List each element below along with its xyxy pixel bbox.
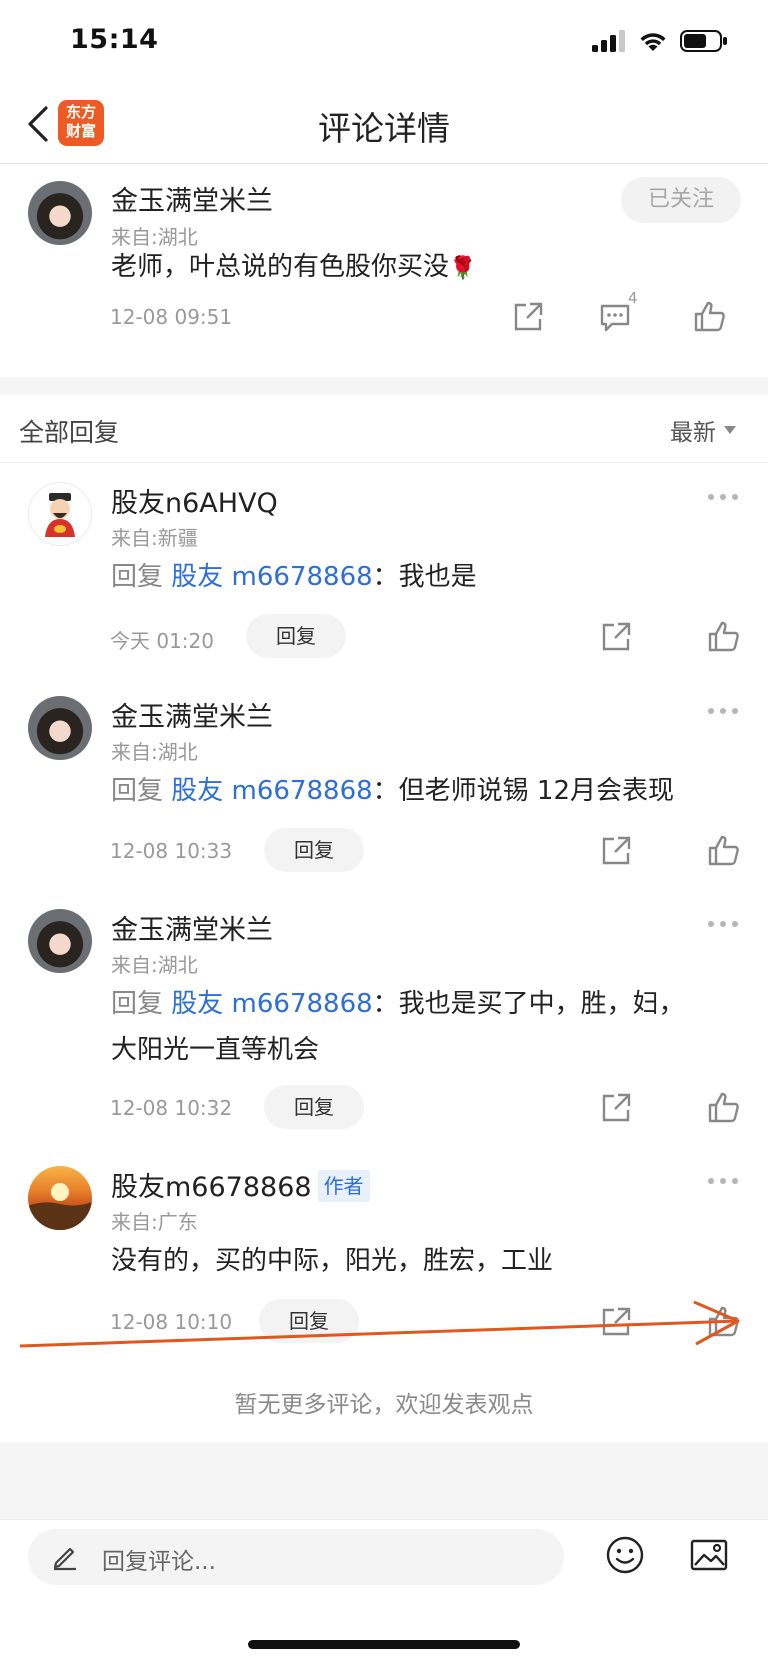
like-icon[interactable] [706, 619, 742, 655]
reply-text: 没有的，买的中际，阳光，胜宏，工业 [111, 1246, 554, 1276]
like-icon[interactable] [706, 833, 742, 869]
reply-prefix: 回复 [111, 776, 172, 806]
reply-text: 回复 股友 m6678868：我也是 [111, 554, 477, 600]
rose-emoji: 🌹 [449, 256, 477, 281]
reply-text-body: ：我也是买了中，胜，妇， [372, 989, 685, 1019]
more-icon[interactable] [706, 1176, 740, 1186]
avatar[interactable] [28, 181, 92, 245]
mention-link[interactable]: 股友 m6678868 [171, 989, 372, 1019]
like-icon[interactable] [692, 299, 728, 335]
more-icon[interactable] [706, 919, 740, 929]
fortune-god-avatar-icon [45, 493, 75, 537]
status-icons [592, 28, 728, 54]
battery-icon [680, 30, 727, 52]
reply-text-line2: 大阳光一直等机会 [111, 1035, 320, 1065]
emoji-icon[interactable] [604, 1534, 646, 1576]
sort-label: 最新 [670, 420, 716, 446]
page-title: 评论详情 [318, 109, 450, 148]
share-icon[interactable] [598, 1090, 634, 1126]
author-name[interactable]: 金玉满堂米兰 [111, 695, 273, 734]
share-icon[interactable] [598, 1304, 634, 1340]
avatar[interactable] [28, 696, 92, 760]
share-icon[interactable] [598, 833, 634, 869]
status-bar: 15:14 [0, 0, 768, 84]
author-name[interactable]: 金玉满堂米兰 [111, 908, 273, 947]
comment-input-bar: 回复评论... [0, 1519, 768, 1664]
no-more-comments: 暂无更多评论，欢迎发表观点 [234, 1392, 534, 1418]
reply-time: 12-08 10:32 [110, 1096, 233, 1120]
reply-text: 回复 股友 m6678868：我也是买了中，胜，妇， [111, 981, 685, 1027]
avatar[interactable] [28, 482, 92, 546]
more-icon[interactable] [706, 492, 740, 502]
reply-text-body: ：但老师说锡 12月会表现 [372, 776, 675, 806]
comment-text-body: 老师，叶总说的有色股你买没 [111, 252, 450, 282]
author-name-text: 股友m6678868 [111, 1172, 312, 1203]
author-location: 来自:湖北 [111, 953, 198, 977]
reply-prefix: 回复 [111, 562, 172, 592]
nav-bar: 东方 财富 评论详情 [0, 84, 768, 164]
signal-icon [592, 30, 625, 52]
mention-link[interactable]: 股友 m6678868 [171, 562, 372, 592]
reply-item: 股友m6678868 作者 来自:广东 没有的，买的中际，阳光，胜宏，工业 12-… [0, 1148, 768, 1373]
author-name[interactable]: 股友m6678868 作者 [111, 1165, 370, 1204]
reply-item: 金玉满堂米兰 来自:湖北 回复 股友 m6678868：我也是买了中，胜，妇， … [0, 891, 768, 1141]
replies-title: 全部回复 [19, 418, 120, 447]
sort-dropdown[interactable]: 最新 [670, 413, 736, 447]
reply-button[interactable]: 回复 [264, 828, 364, 872]
reply-item: 股友n6AHVQ 来自:新疆 回复 股友 m6678868：我也是 今天 01:… [0, 464, 768, 671]
reply-button[interactable]: 回复 [246, 614, 346, 658]
reply-time: 12-08 10:33 [110, 839, 233, 863]
reply-comment-input[interactable]: 回复评论... [28, 1529, 564, 1585]
status-time: 15:14 [70, 24, 159, 55]
follow-button[interactable]: 已关注 [621, 177, 741, 223]
avatar[interactable] [28, 909, 92, 973]
share-icon[interactable] [598, 619, 634, 655]
comment-time: 12-08 09:51 [110, 305, 233, 329]
section-divider [0, 377, 768, 395]
reply-text-body: ：我也是 [372, 562, 477, 592]
mention-link[interactable]: 股友 m6678868 [171, 776, 372, 806]
main-comment: 金玉满堂米兰 来自:湖北 已关注 老师，叶总说的有色股你买没🌹 12-08 09… [0, 165, 768, 377]
like-icon[interactable] [706, 1090, 742, 1126]
image-icon[interactable] [688, 1534, 730, 1576]
author-location: 来自:新疆 [111, 526, 198, 550]
reply-button[interactable]: 回复 [259, 1299, 359, 1343]
wifi-icon [640, 33, 666, 51]
replies-header: 全部回复 最新 [0, 395, 768, 463]
sort-arrow-icon [724, 426, 736, 434]
reply-prefix: 回复 [111, 989, 172, 1019]
reply-text: 回复 股友 m6678868：但老师说锡 12月会表现 [111, 768, 674, 814]
author-tag: 作者 [317, 1170, 370, 1202]
avatar[interactable] [28, 1166, 92, 1230]
author-location: 来自:广东 [111, 1210, 198, 1234]
author-location: 来自:湖北 [111, 740, 198, 764]
reply-time: 今天 01:20 [110, 629, 214, 653]
reply-input-placeholder: 回复评论... [102, 1549, 216, 1575]
reply-button[interactable]: 回复 [264, 1085, 364, 1129]
comment-text: 老师，叶总说的有色股你买没🌹 [111, 244, 476, 292]
reply-item: 金玉满堂米兰 来自:湖北 回复 股友 m6678868：但老师说锡 12月会表现… [0, 678, 768, 885]
like-icon[interactable] [706, 1304, 742, 1340]
author-name[interactable]: 金玉满堂米兰 [111, 179, 273, 218]
share-icon[interactable] [510, 299, 546, 335]
more-icon[interactable] [706, 706, 740, 716]
sunset-avatar-icon [28, 1183, 92, 1230]
home-indicator [248, 1640, 520, 1649]
reply-time: 12-08 10:10 [110, 1310, 233, 1334]
author-name[interactable]: 股友n6AHVQ [111, 481, 278, 520]
pen-icon [53, 1547, 76, 1571]
comment-count: 4 [628, 289, 638, 307]
bottom-spacer [0, 1443, 768, 1519]
